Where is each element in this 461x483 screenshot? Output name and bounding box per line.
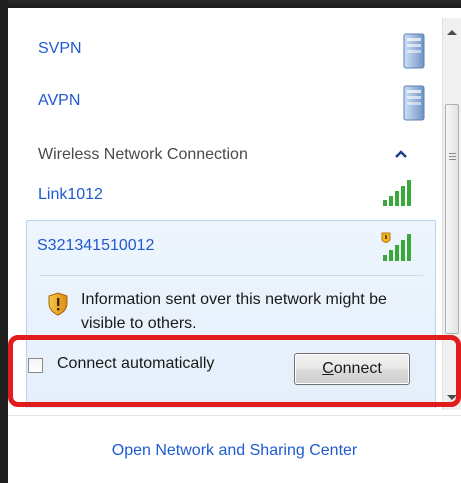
scroll-thumb[interactable] [445,104,459,334]
warning-text: Information sent over this network might… [81,291,387,332]
vpn-item-svpn[interactable]: SVPN [8,28,442,74]
connect-button[interactable]: Connect [294,353,410,385]
signal-strength-icon [383,180,411,206]
chevron-up-icon[interactable] [394,148,408,160]
vpn-item-avpn[interactable]: AVPN [8,80,442,126]
vpn-label: AVPN [38,92,81,109]
vpn-server-icon [403,33,425,69]
connect-button-mnemonic: C [322,360,334,377]
network-ssid: Link1012 [38,186,103,203]
scroll-up-arrow-icon[interactable] [446,28,458,36]
window-frame-left [0,0,8,483]
connect-button-label: onnect [333,360,382,377]
network-flyout: SVPN AVPN Wireless Network Connection Li… [8,8,461,483]
unsecured-signal-icon [381,232,411,261]
connect-automatically-label[interactable]: Connect automatically [57,355,214,373]
grip-icon [449,153,456,160]
vpn-server-icon [403,85,425,121]
window-frame-top [0,0,461,8]
network-ssid: S321341510012 [37,237,155,254]
connect-automatically-checkbox[interactable] [28,358,43,373]
network-item-link1012[interactable]: Link1012 [8,178,442,218]
vpn-label: SVPN [38,40,82,57]
section-header-wireless: Wireless Network Connection [38,146,248,163]
footer-divider [8,415,461,416]
warning-shield-icon [48,292,68,316]
open-network-sharing-center-link[interactable]: Open Network and Sharing Center [8,442,461,460]
